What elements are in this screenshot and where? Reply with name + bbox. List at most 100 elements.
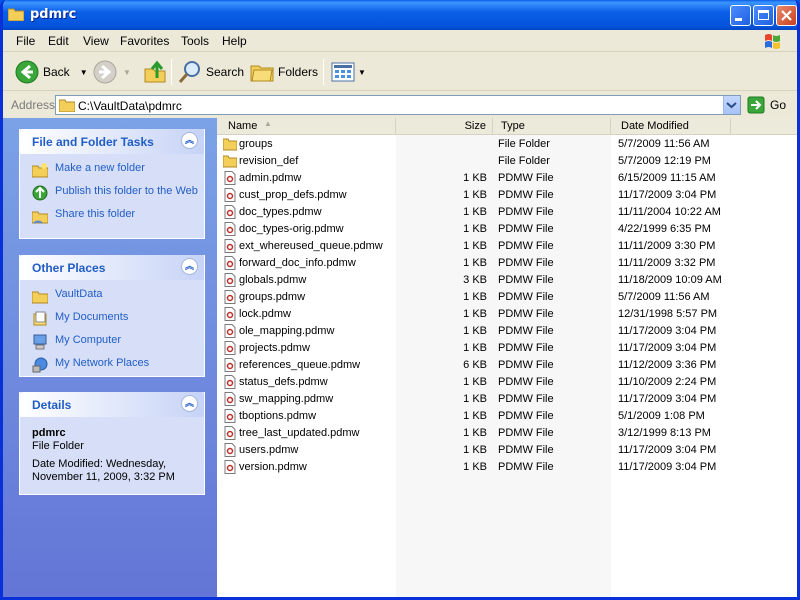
file-row[interactable]: tree_last_updated.pdmw 1 KB PDMW File 3/12/… — [217, 425, 797, 442]
file-size: 1 KB — [463, 240, 487, 252]
views-dropdown-icon[interactable]: ▼ — [358, 68, 366, 77]
back-dropdown-icon[interactable]: ▼ — [80, 68, 88, 77]
pdmw-file-icon — [224, 358, 236, 372]
address-input[interactable]: C:\VaultData\pdmrc — [55, 95, 741, 115]
file-type: PDMW File — [498, 325, 554, 337]
place-label: My Documents — [55, 311, 129, 323]
column-header-date-modified[interactable]: Date Modified — [611, 118, 731, 135]
file-size: 1 KB — [463, 393, 487, 405]
file-row[interactable]: sw_mapping.pdmw 1 KB PDMW File 11/17/2009 3… — [217, 391, 797, 408]
panel-header[interactable]: Other Places ︽ — [20, 255, 204, 280]
file-row[interactable]: ole_mapping.pdmw 1 KB PDMW File 11/17/2009 … — [217, 323, 797, 340]
file-row[interactable]: version.pdmw 1 KB PDMW File 11/17/2009 3:04… — [217, 459, 797, 476]
pdmw-file-icon — [224, 426, 236, 440]
pdmw-file-icon — [224, 239, 236, 253]
file-name: sw_mapping.pdmw — [239, 393, 334, 405]
column-header-size[interactable]: Size — [396, 118, 493, 135]
back-button[interactable]: Back ▼ — [15, 58, 88, 86]
column-header-name[interactable]: Name ▲ — [217, 118, 396, 135]
collapse-chevron-icon[interactable]: ︽ — [181, 258, 198, 275]
forward-button[interactable]: ▼ — [93, 58, 131, 86]
file-date-modified: 11/11/2009 3:30 PM — [618, 240, 716, 252]
go-button[interactable]: Go — [747, 96, 786, 114]
file-row[interactable]: cust_prop_defs.pdmw 1 KB PDMW File 11/17/20… — [217, 187, 797, 204]
menu-tools[interactable]: Tools — [181, 34, 209, 48]
file-row[interactable]: references_queue.pdmw 6 KB PDMW File 11/12/… — [217, 357, 797, 374]
file-folder-tasks-panel: File and Folder Tasks ︽ Make a new folde… — [19, 129, 205, 239]
file-size: 1 KB — [463, 325, 487, 337]
file-row[interactable]: forward_doc_info.pdmw 1 KB PDMW File 11/11/… — [217, 255, 797, 272]
toolbar: Back ▼ ▼ Search Folders ▼ — [3, 53, 797, 91]
close-button[interactable] — [776, 5, 797, 26]
my-documents-link[interactable]: My Documents — [32, 311, 204, 331]
address-path: C:\VaultData\pdmrc — [78, 99, 182, 113]
panel-header[interactable]: Details ︽ — [20, 392, 204, 417]
folder-icon — [32, 291, 48, 304]
vaultdata-link[interactable]: VaultData — [32, 288, 204, 308]
file-type: PDMW File — [498, 461, 554, 473]
file-row[interactable]: doc_types-orig.pdmw 1 KB PDMW File 4/22/199… — [217, 221, 797, 238]
minimize-button[interactable] — [730, 5, 751, 26]
share-folder-icon — [32, 211, 48, 224]
collapse-chevron-icon[interactable]: ︽ — [181, 395, 198, 412]
file-size: 1 KB — [463, 461, 487, 473]
address-dropdown-button[interactable] — [723, 96, 740, 114]
views-icon — [331, 62, 355, 82]
file-size: 1 KB — [463, 291, 487, 303]
pdmw-file-icon — [224, 171, 236, 185]
maximize-button[interactable] — [753, 5, 774, 26]
file-row[interactable]: revision_def File Folder 5/7/2009 12:19 PM — [217, 153, 797, 170]
task-pane: File and Folder Tasks ︽ Make a new folde… — [3, 118, 217, 597]
file-type: PDMW File — [498, 172, 554, 184]
menu-edit[interactable]: Edit — [48, 34, 69, 48]
file-row[interactable]: users.pdmw 1 KB PDMW File 11/17/2009 3:04 P… — [217, 442, 797, 459]
my-computer-link[interactable]: My Computer — [32, 334, 204, 354]
menu-help[interactable]: Help — [222, 34, 247, 48]
file-date-modified: 12/31/1998 5:57 PM — [618, 308, 718, 320]
details-type: File Folder — [32, 440, 84, 452]
file-row[interactable]: projects.pdmw 1 KB PDMW File 11/17/2009 3:0… — [217, 340, 797, 357]
place-label: My Network Places — [55, 357, 150, 369]
panel-title: Details — [32, 398, 72, 412]
file-name: doc_types.pdmw — [239, 206, 322, 218]
menu-favorites[interactable]: Favorites — [120, 34, 169, 48]
folders-icon — [250, 65, 274, 82]
panel-title: File and Folder Tasks — [32, 135, 154, 149]
pdmw-file-icon — [224, 273, 236, 287]
file-name: forward_doc_info.pdmw — [239, 257, 356, 269]
share-folder-link[interactable]: Share this folder — [32, 208, 204, 228]
pdmw-file-icon — [224, 375, 236, 389]
collapse-chevron-icon[interactable]: ︽ — [181, 132, 198, 149]
forward-dropdown-icon[interactable]: ▼ — [123, 68, 131, 77]
folders-button[interactable]: Folders — [250, 58, 318, 86]
views-button[interactable]: ▼ — [331, 58, 366, 86]
file-name: cust_prop_defs.pdmw — [239, 189, 347, 201]
file-row[interactable]: status_defs.pdmw 1 KB PDMW File 11/10/2009 … — [217, 374, 797, 391]
title-bar[interactable]: pdmrc — [3, 0, 797, 30]
column-header-type[interactable]: Type — [493, 118, 611, 135]
make-new-folder-link[interactable]: Make a new folder — [32, 162, 204, 182]
search-button[interactable]: Search — [178, 58, 244, 86]
file-row[interactable]: doc_types.pdmw 1 KB PDMW File 11/11/2004 10… — [217, 204, 797, 221]
menu-view[interactable]: View — [83, 34, 109, 48]
file-name: groups.pdmw — [239, 291, 306, 303]
my-network-places-link[interactable]: My Network Places — [32, 357, 204, 377]
file-row[interactable]: globals.pdmw 3 KB PDMW File 11/18/2009 10:0… — [217, 272, 797, 289]
file-size: 1 KB — [463, 308, 487, 320]
file-date-modified: 6/15/2009 11:15 AM — [618, 172, 716, 184]
file-row[interactable]: ext_whereused_queue.pdmw 1 KB PDMW File 11/… — [217, 238, 797, 255]
file-row[interactable]: groups.pdmw 1 KB PDMW File 5/7/2009 11:56 A… — [217, 289, 797, 306]
file-row[interactable]: groups File Folder 5/7/2009 11:56 AM — [217, 136, 797, 153]
file-size: 1 KB — [463, 172, 487, 184]
file-row[interactable]: tboptions.pdmw 1 KB PDMW File 5/1/2009 1:08… — [217, 408, 797, 425]
publish-folder-link[interactable]: Publish this folder to the Web — [32, 185, 204, 205]
menu-file[interactable]: File — [16, 34, 35, 48]
new-folder-icon — [32, 163, 48, 178]
up-folder-button[interactable] — [143, 58, 167, 86]
file-type: PDMW File — [498, 257, 554, 269]
file-name: lock.pdmw — [239, 308, 291, 320]
chevron-down-icon — [726, 102, 737, 109]
file-row[interactable]: lock.pdmw 1 KB PDMW File 12/31/1998 5:57 PM — [217, 306, 797, 323]
file-row[interactable]: admin.pdmw 1 KB PDMW File 6/15/2009 11:15 A… — [217, 170, 797, 187]
panel-header[interactable]: File and Folder Tasks ︽ — [20, 129, 204, 154]
